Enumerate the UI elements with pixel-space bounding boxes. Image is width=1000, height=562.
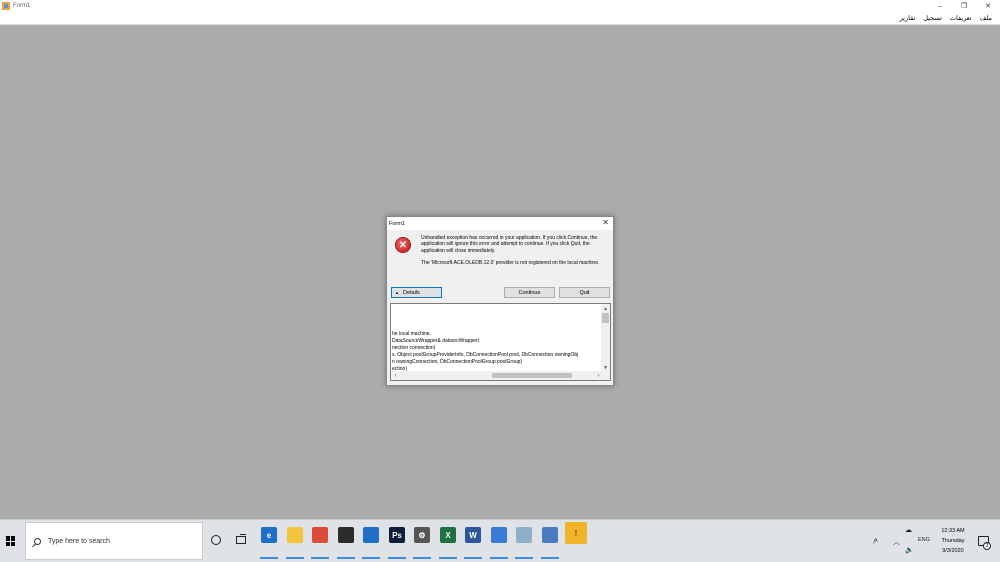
scroll-up-icon[interactable]: ▲: [601, 304, 610, 313]
dialog-title: Form1: [389, 220, 405, 227]
window-controls: – ❐ ✕: [928, 0, 1000, 12]
close-button[interactable]: ✕: [976, 0, 1000, 12]
search-icon: [34, 537, 41, 545]
onedrive-icon[interactable]: ☁: [905, 526, 912, 534]
scroll-right-icon[interactable]: ›: [594, 371, 603, 380]
store-icon[interactable]: [338, 527, 354, 543]
details-text: he local machine. DataSourceWrapper& dat…: [392, 331, 600, 373]
window-title: Form1: [13, 3, 31, 9]
photos-icon[interactable]: [491, 527, 507, 543]
document-icon[interactable]: [542, 527, 558, 543]
vertical-scroll-thumb[interactable]: [602, 313, 609, 323]
chrome-icon[interactable]: [312, 527, 328, 543]
clock-time: 12:33 AM: [941, 528, 965, 534]
menu-item-reports[interactable]: تقارير: [896, 14, 920, 22]
details-label: Details: [402, 289, 420, 296]
running-indicator: [388, 557, 406, 559]
notification-count-badge: 3: [983, 542, 991, 550]
chevron-up-icon[interactable]: ︿: [893, 537, 900, 547]
chevron-up-icon: ▲: [395, 290, 399, 295]
task-view-icon[interactable]: [236, 534, 246, 544]
running-indicator: [311, 557, 329, 559]
running-indicator: [541, 557, 559, 559]
horizontal-scrollbar[interactable]: ‹ ›: [391, 371, 610, 380]
window-titlebar: Form1 – ❐ ✕: [0, 0, 1000, 12]
details-line: s, Object poolGroupProviderInfo, DbConne…: [392, 352, 579, 358]
exception-message: Unhandled exception has occurred in your…: [421, 235, 598, 254]
running-indicator: [337, 557, 355, 559]
excel-icon[interactable]: X: [440, 527, 456, 543]
menu-bar: ملف تعريفات تسجيل تقارير: [0, 12, 1000, 25]
edge-icon[interactable]: e: [261, 527, 277, 543]
quit-button[interactable]: Quit: [559, 287, 610, 298]
word-icon[interactable]: W: [465, 527, 481, 543]
cortana-icon[interactable]: [211, 535, 221, 545]
continue-button[interactable]: Continue: [504, 287, 555, 298]
minimize-button[interactable]: –: [928, 0, 952, 12]
running-indicator: [515, 557, 533, 559]
menu-item-definitions[interactable]: تعريفات: [946, 14, 976, 22]
details-line: DataSourceWrapper& datasrcWrapper): [392, 338, 480, 344]
details-button[interactable]: ▲ Details: [391, 287, 442, 298]
mail-icon[interactable]: [363, 527, 379, 543]
exception-detail-message: The 'Microsoft.ACE.OLEDB.12.0' provider …: [421, 259, 600, 266]
details-line: he local machine.: [392, 331, 431, 337]
photoshop-icon[interactable]: Ps: [389, 527, 405, 543]
dialog-titlebar: Form1 ✕: [387, 217, 613, 230]
clock-day: Thursday: [941, 538, 965, 544]
taskbar-search-box[interactable]: Type here to search: [25, 522, 203, 560]
running-indicator: [362, 557, 380, 559]
dialog-message: Unhandled exception has occurred in your…: [421, 235, 607, 266]
taskbar-clock[interactable]: 12:33 AM Thursday 9/3/2020: [931, 526, 975, 556]
paint-icon[interactable]: [516, 527, 532, 543]
details-line: n owningConnection, DbConnectionPoolGrou…: [392, 359, 523, 365]
vertical-scrollbar[interactable]: ▲ ▼: [601, 304, 610, 372]
running-indicator: [490, 557, 508, 559]
volume-icon[interactable]: 🔈: [905, 546, 914, 554]
scroll-left-icon[interactable]: ‹: [391, 371, 400, 380]
error-icon: ✕: [395, 237, 411, 253]
details-line: nection connection): [392, 345, 436, 351]
taskbar: Type here to search e Ps ⚙ X W! ዶ ︿ ☁ 🔈 ENG …: [0, 519, 1000, 562]
running-indicator: [439, 557, 457, 559]
exception-dialog: Form1 ✕ ✕ Unhandled exception has occurr…: [386, 216, 614, 386]
clock-date: 9/3/2020: [942, 548, 964, 554]
warning-app-icon[interactable]: !: [565, 522, 587, 544]
people-icon[interactable]: ዶ: [873, 538, 878, 546]
language-indicator[interactable]: ENG: [918, 537, 930, 543]
search-placeholder: Type here to search: [48, 537, 110, 545]
running-indicator: [260, 557, 278, 559]
app-icon: [2, 2, 10, 10]
running-indicator: [286, 557, 304, 559]
settings-icon[interactable]: ⚙: [414, 527, 430, 543]
menu-item-file[interactable]: ملف: [976, 14, 996, 22]
dialog-close-button[interactable]: ✕: [602, 218, 609, 227]
menu-item-registration[interactable]: تسجيل: [919, 14, 946, 22]
details-textbox[interactable]: he local machine. DataSourceWrapper& dat…: [390, 303, 611, 381]
maximize-button[interactable]: ❐: [952, 0, 976, 12]
horizontal-scroll-thumb[interactable]: [492, 373, 572, 378]
file-explorer-icon[interactable]: [287, 527, 303, 543]
running-indicator: [413, 557, 431, 559]
windows-start-icon[interactable]: [6, 536, 16, 546]
running-indicator: [464, 557, 482, 559]
